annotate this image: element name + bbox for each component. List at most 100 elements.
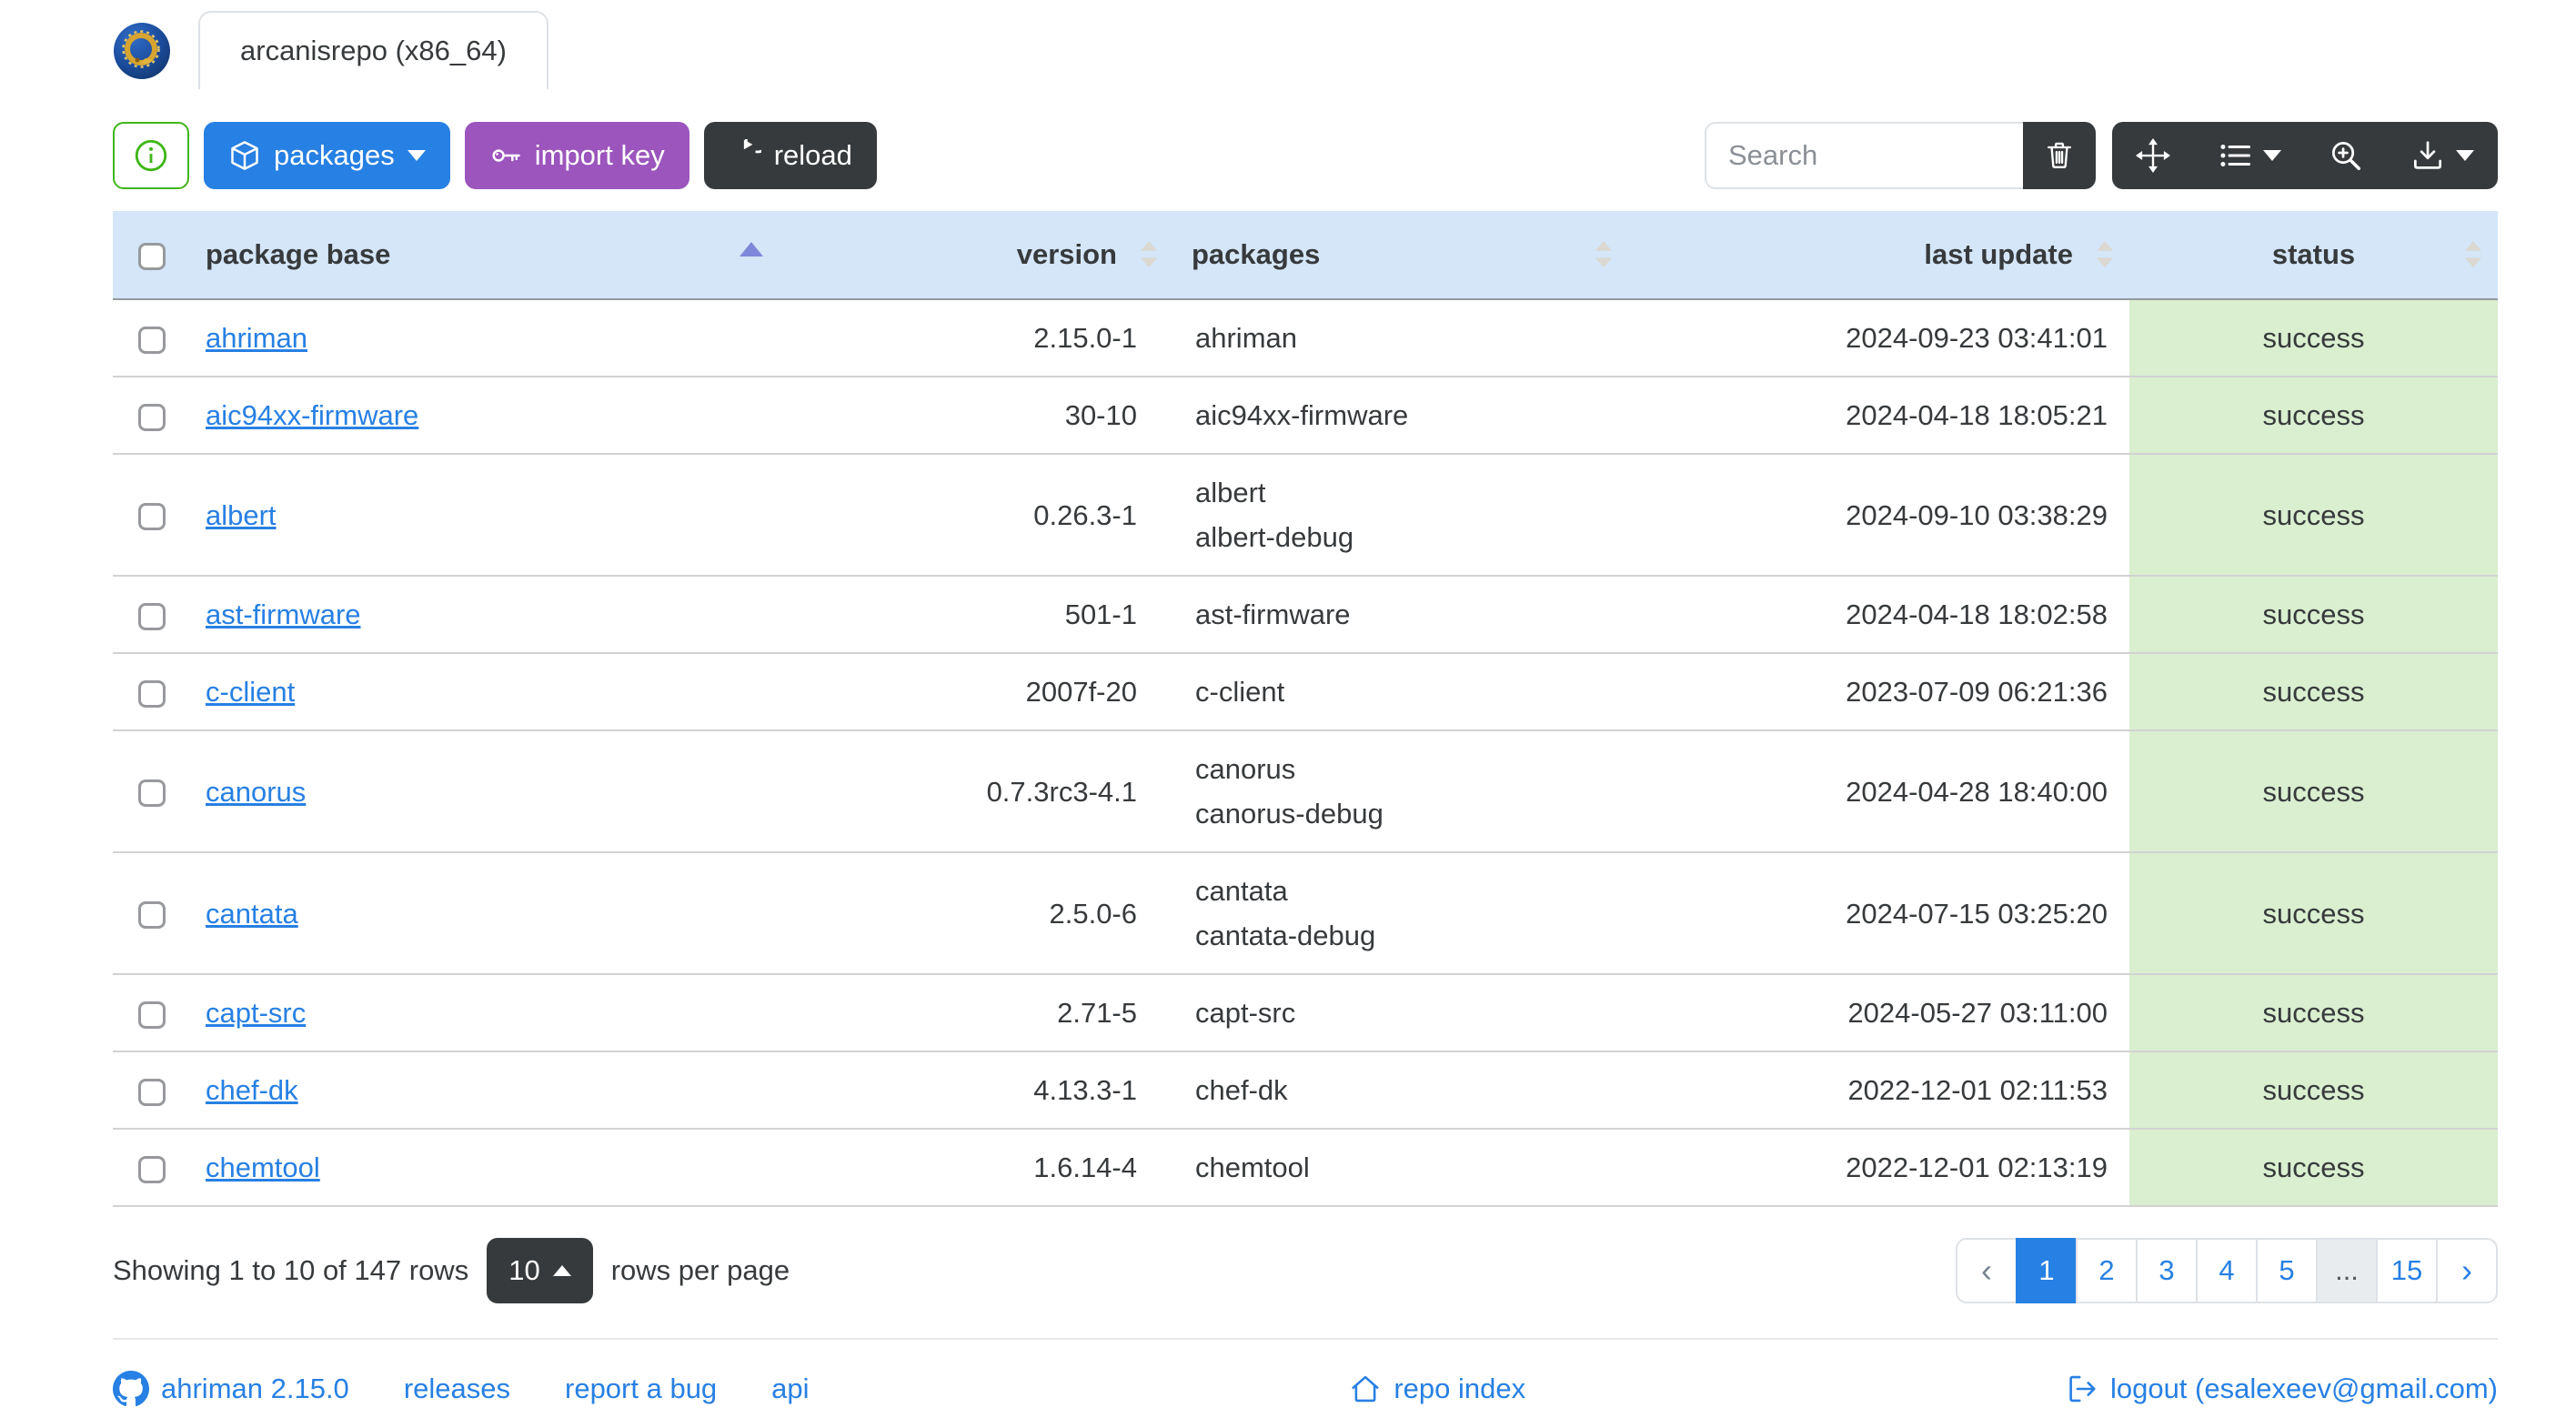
table-row: chemtool 1.6.14-4 chemtool 2022-12-01 02… (113, 1129, 2498, 1207)
caret-down-icon (2263, 150, 2281, 161)
column-header-package-base[interactable]: package base (191, 211, 778, 300)
row-checkbox[interactable] (138, 602, 166, 630)
status-badge: success (2262, 997, 2365, 1029)
status-badge: success (2262, 676, 2365, 708)
table-row: c-client 2007f-20 c-client 2023-07-09 06… (113, 653, 2498, 731)
column-header-packages[interactable]: packages (1173, 211, 1628, 300)
column-header-last-update[interactable]: last update (1628, 211, 2129, 300)
select-all-header (113, 211, 191, 300)
page-ellipsis-button[interactable]: ... (2316, 1238, 2378, 1303)
repo-index-link[interactable]: repo index (1349, 1373, 1525, 1405)
packages-cell: ahriman (1173, 299, 1628, 377)
logout-link[interactable]: logout (esalexeev@gmail.com) (2066, 1373, 2498, 1405)
row-checkbox[interactable] (138, 779, 166, 808)
toggle-search-button[interactable] (2305, 122, 2387, 189)
packages-cell: chemtool (1173, 1129, 1628, 1207)
columns-toggle-button[interactable] (2194, 122, 2305, 189)
package-name: ast-firmware (1195, 598, 1351, 630)
tab-repository[interactable]: arcanisrepo (x86_64) (198, 11, 548, 89)
tab-repository-label: arcanisrepo (x86_64) (240, 35, 507, 66)
repo-index-label: repo index (1394, 1373, 1526, 1404)
key-icon (492, 149, 520, 162)
package-base-link[interactable]: ast-firmware (206, 598, 361, 630)
page-1-button[interactable]: 1 (2016, 1238, 2078, 1303)
import-key-button[interactable]: import key (464, 122, 689, 189)
version-cell: 0.26.3-1 (778, 454, 1173, 577)
package-name: aic94xx-firmware (1195, 399, 1409, 431)
column-label: packages (1192, 238, 1321, 270)
column-header-version[interactable]: version (778, 211, 1173, 300)
row-checkbox[interactable] (138, 326, 166, 354)
api-link[interactable]: api (771, 1373, 809, 1405)
footer: ahriman 2.15.0 releases report a bug api… (113, 1338, 2498, 1407)
reload-icon (743, 139, 761, 154)
row-checkbox[interactable] (138, 1001, 166, 1029)
package-base-link[interactable]: albert (206, 499, 277, 531)
clear-search-button[interactable] (2023, 122, 2096, 189)
column-label: last update (1924, 238, 2073, 270)
packages-cell: albert albert-debug (1173, 454, 1628, 577)
reload-button[interactable]: reload (703, 122, 877, 189)
page-size-dropdown[interactable]: 10 (487, 1238, 593, 1303)
logout-label: logout (esalexeev@gmail.com) (2109, 1373, 2498, 1404)
package-base-link[interactable]: canorus (206, 776, 306, 808)
packages-dropdown-button[interactable]: packages (204, 122, 450, 189)
releases-link[interactable]: releases (404, 1373, 510, 1405)
package-base-link[interactable]: chemtool (206, 1151, 320, 1183)
last-update-cell: 2024-04-18 18:02:58 (1628, 576, 2129, 654)
page-next-button[interactable]: › (2436, 1238, 2498, 1303)
page-3-button[interactable]: 3 (2136, 1238, 2198, 1303)
fullscreen-button[interactable] (2112, 122, 2194, 189)
package-base-link[interactable]: capt-src (206, 997, 306, 1029)
packages-button-label: packages (274, 139, 395, 171)
download-icon (2413, 141, 2442, 169)
page-4-button[interactable]: 4 (2196, 1238, 2258, 1303)
table-row: chef-dk 4.13.3-1 chef-dk 2022-12-01 02:1… (113, 1051, 2498, 1130)
table-actions-group (2112, 122, 2498, 189)
row-checkbox[interactable] (138, 403, 166, 431)
row-checkbox[interactable] (138, 1155, 166, 1183)
row-checkbox[interactable] (138, 901, 166, 930)
package-name: albert-debug (1195, 521, 1354, 553)
sort-asc-icon (740, 242, 763, 256)
list-columns-icon (2220, 145, 2250, 166)
row-checkbox[interactable] (138, 503, 166, 531)
package-name: albert (1195, 477, 1266, 508)
column-header-status[interactable]: status (2129, 211, 2498, 300)
packages-cell: ast-firmware (1173, 576, 1628, 654)
package-name: chemtool (1195, 1151, 1310, 1183)
package-base-link[interactable]: ahriman (206, 322, 307, 354)
page-prev-button[interactable]: ‹ (1956, 1238, 2018, 1303)
row-checkbox[interactable] (138, 1078, 166, 1106)
packages-table: package base version packages last updat… (113, 211, 2498, 1207)
github-icon (113, 1371, 149, 1407)
info-button[interactable] (113, 122, 189, 189)
version-cell: 2.15.0-1 (778, 299, 1173, 377)
page-2-button[interactable]: 2 (2076, 1238, 2138, 1303)
version-cell: 4.13.3-1 (778, 1051, 1173, 1130)
github-version-link[interactable]: ahriman 2.15.0 (113, 1371, 349, 1407)
package-base-link[interactable]: cantata (206, 898, 298, 930)
package-name: capt-src (1195, 997, 1296, 1029)
page-size-value: 10 (508, 1254, 540, 1286)
package-base-link[interactable]: aic94xx-firmware (206, 399, 418, 431)
app-version-label: ahriman 2.15.0 (161, 1373, 349, 1404)
table-row: ast-firmware 501-1 ast-firmware 2024-04-… (113, 576, 2498, 654)
column-label: status (2271, 238, 2356, 270)
version-cell: 2007f-20 (778, 653, 1173, 731)
export-button[interactable] (2387, 122, 2498, 189)
package-base-link[interactable]: c-client (206, 676, 295, 708)
packages-cell: aic94xx-firmware (1173, 377, 1628, 455)
package-base-link[interactable]: chef-dk (206, 1074, 298, 1106)
table-row: aic94xx-firmware 30-10 aic94xx-firmware … (113, 377, 2498, 455)
page-5-button[interactable]: 5 (2256, 1238, 2318, 1303)
table-row: ahriman 2.15.0-1 ahriman 2024-09-23 03:4… (113, 299, 2498, 377)
report-bug-link[interactable]: report a bug (565, 1373, 717, 1405)
select-all-checkbox[interactable] (138, 242, 166, 270)
table-row: albert 0.26.3-1 albert albert-debug 2024-… (113, 454, 2498, 577)
search-input[interactable] (1705, 122, 2023, 189)
page-15-button[interactable]: 15 (2376, 1238, 2438, 1303)
sort-icon (1140, 241, 1158, 268)
info-circle-icon (135, 139, 167, 172)
row-checkbox[interactable] (138, 679, 166, 708)
